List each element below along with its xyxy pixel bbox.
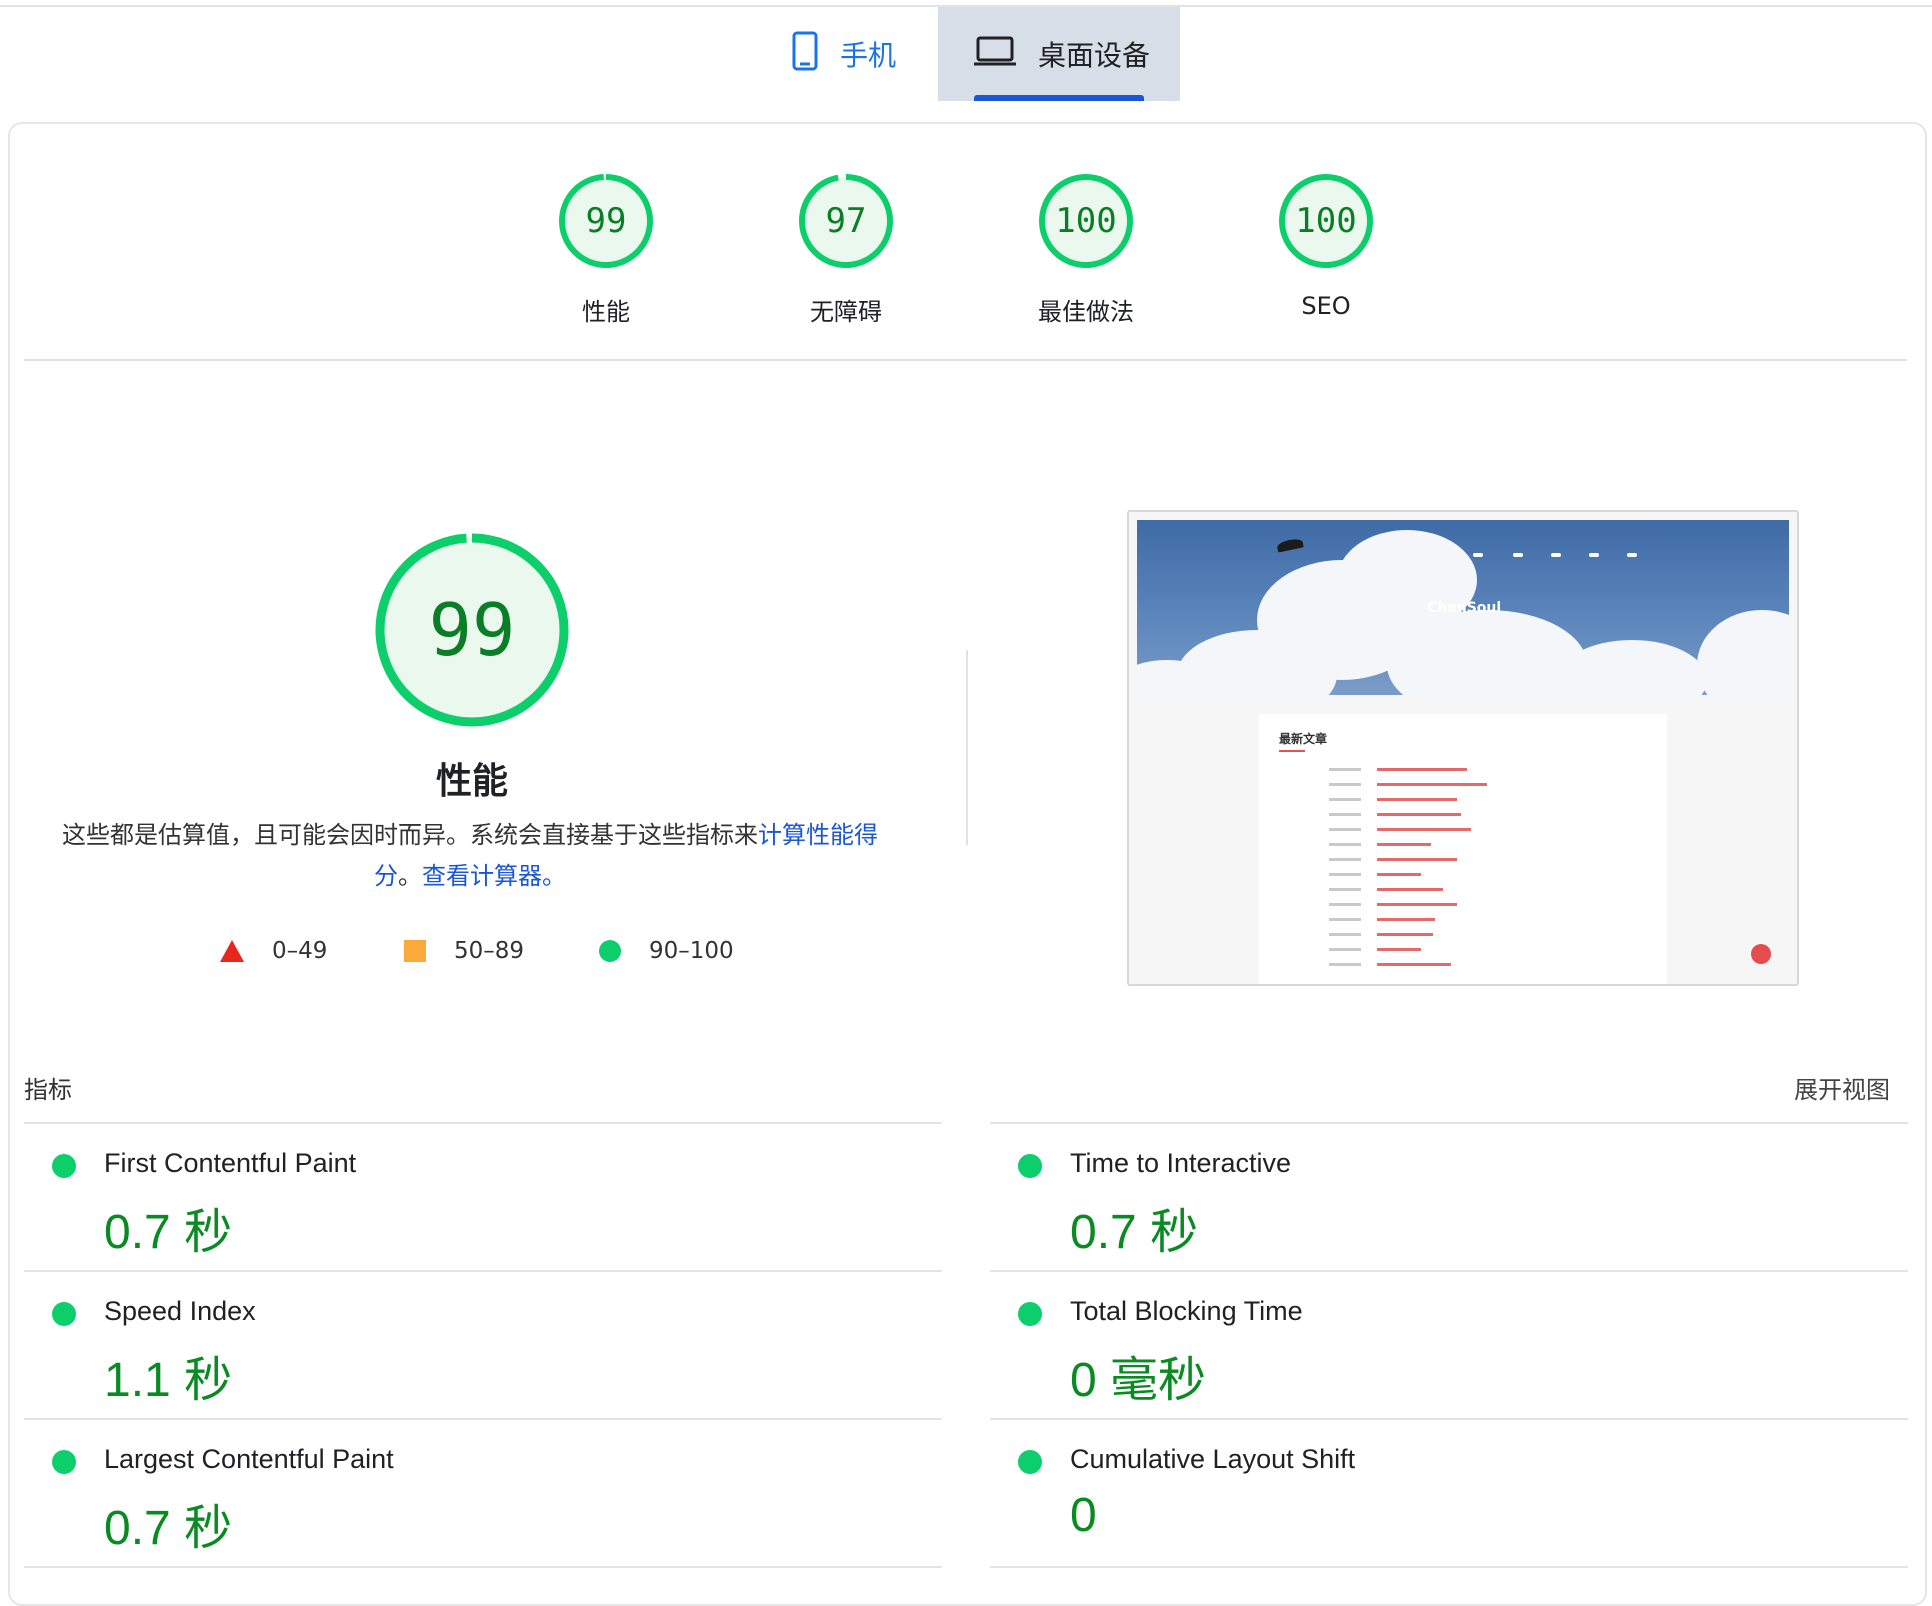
laptop-icon xyxy=(974,35,1016,74)
vertical-divider xyxy=(966,650,968,845)
gauge-score: 100 xyxy=(1055,201,1117,241)
metric-largest-contentful-paint: Largest Contentful Paint 0.7 秒 xyxy=(24,1420,942,1568)
gauge-accessibility[interactable]: 97 xyxy=(796,171,896,271)
tab-active-indicator xyxy=(974,95,1144,101)
calculator-link[interactable]: 查看计算器 xyxy=(422,862,542,890)
description-text: 这些都是估算值，且可能会因时而异。系统会直接基于这些指标来 xyxy=(62,821,758,849)
metric-total-blocking-time: Total Blocking Time 0 毫秒 xyxy=(990,1272,1908,1420)
pass-circle-icon xyxy=(1018,1450,1042,1474)
performance-gauge: 99 xyxy=(372,530,572,730)
gauge-score: 100 xyxy=(1295,201,1357,241)
pass-circle-icon xyxy=(52,1154,76,1178)
legend-average-label: 50–89 xyxy=(454,938,525,964)
metric-name: Largest Contentful Paint xyxy=(104,1444,394,1474)
metric-first-contentful-paint: First Contentful Paint 0.7 秒 xyxy=(24,1124,942,1272)
preview-content: 最新文章 xyxy=(1259,714,1667,984)
pass-circle-icon xyxy=(1018,1302,1042,1326)
legend-fail: 0–49 xyxy=(220,938,327,964)
gauge-label: SEO xyxy=(1301,292,1351,320)
top-border xyxy=(0,0,1932,7)
metric-time-to-interactive: Time to Interactive 0.7 秒 xyxy=(990,1124,1908,1272)
back-to-top-icon xyxy=(1751,944,1771,964)
tab-desktop-label: 桌面设备 xyxy=(1038,39,1151,72)
orange-square-icon xyxy=(404,940,426,962)
legend-pass: 90–100 xyxy=(599,938,734,964)
gauge-label: 最佳做法 xyxy=(1038,298,1134,326)
gauge-label: 性能 xyxy=(582,298,630,326)
expand-view-button[interactable]: 展开视图 xyxy=(1794,1070,1890,1105)
page-screenshot-thumbnail: ChenSoul 最新文章 xyxy=(1127,510,1799,986)
metric-value: 0.7 秒 xyxy=(1070,1206,1199,1259)
gauge-best-practices[interactable]: 100 xyxy=(1036,171,1136,271)
divider xyxy=(24,359,1907,361)
legend-pass-label: 90–100 xyxy=(649,938,734,964)
bird-logo-icon xyxy=(1276,537,1304,553)
preview-latest-heading: 最新文章 xyxy=(1279,732,1328,746)
calculator-period: 。 xyxy=(542,862,566,890)
tab-mobile[interactable]: 手机 xyxy=(770,7,938,101)
performance-description: 这些都是估算值，且可能会因时而异。系统会直接基于这些指标来计算性能得分。查看计算… xyxy=(60,815,880,897)
gauge-score: 97 xyxy=(825,201,867,241)
preview-site-title: ChenSoul xyxy=(1427,600,1502,616)
tab-desktop[interactable]: 桌面设备 xyxy=(938,7,1180,101)
gauge-label: 无障碍 xyxy=(810,298,882,326)
metric-cumulative-layout-shift: Cumulative Layout Shift 0 xyxy=(990,1420,1908,1568)
legend-average: 50–89 xyxy=(404,938,524,964)
tab-mobile-label: 手机 xyxy=(840,39,897,72)
metric-value: 1.1 秒 xyxy=(104,1354,233,1407)
legend-fail-label: 0–49 xyxy=(272,938,328,964)
red-triangle-icon xyxy=(220,940,244,962)
metric-name: First Contentful Paint xyxy=(104,1148,357,1178)
phone-icon xyxy=(792,31,818,78)
description-sep: 。 xyxy=(398,862,422,890)
gauge-seo[interactable]: 100 xyxy=(1276,171,1376,271)
metric-value: 0.7 秒 xyxy=(104,1502,233,1555)
metric-name: Time to Interactive xyxy=(1070,1148,1292,1178)
performance-score: 99 xyxy=(428,588,516,672)
metric-value: 0 xyxy=(1070,1489,1097,1542)
gauge-performance[interactable]: 99 xyxy=(556,171,656,271)
metric-name: Total Blocking Time xyxy=(1070,1296,1303,1326)
metric-name: Cumulative Layout Shift xyxy=(1070,1444,1356,1474)
metric-name: Speed Index xyxy=(104,1296,256,1326)
metric-speed-index: Speed Index 1.1 秒 xyxy=(24,1272,942,1420)
performance-title: 性能 xyxy=(435,761,508,802)
pass-circle-icon xyxy=(1018,1154,1042,1178)
hero-banner: ChenSoul xyxy=(1137,520,1789,695)
pass-circle-icon xyxy=(52,1302,76,1326)
pass-circle-icon xyxy=(52,1450,76,1474)
metrics-title: 指标 xyxy=(24,1076,72,1104)
gauge-score: 99 xyxy=(585,201,627,241)
metric-value: 0.7 秒 xyxy=(104,1206,233,1259)
green-circle-icon xyxy=(599,940,621,962)
metric-value: 0 毫秒 xyxy=(1070,1354,1207,1407)
